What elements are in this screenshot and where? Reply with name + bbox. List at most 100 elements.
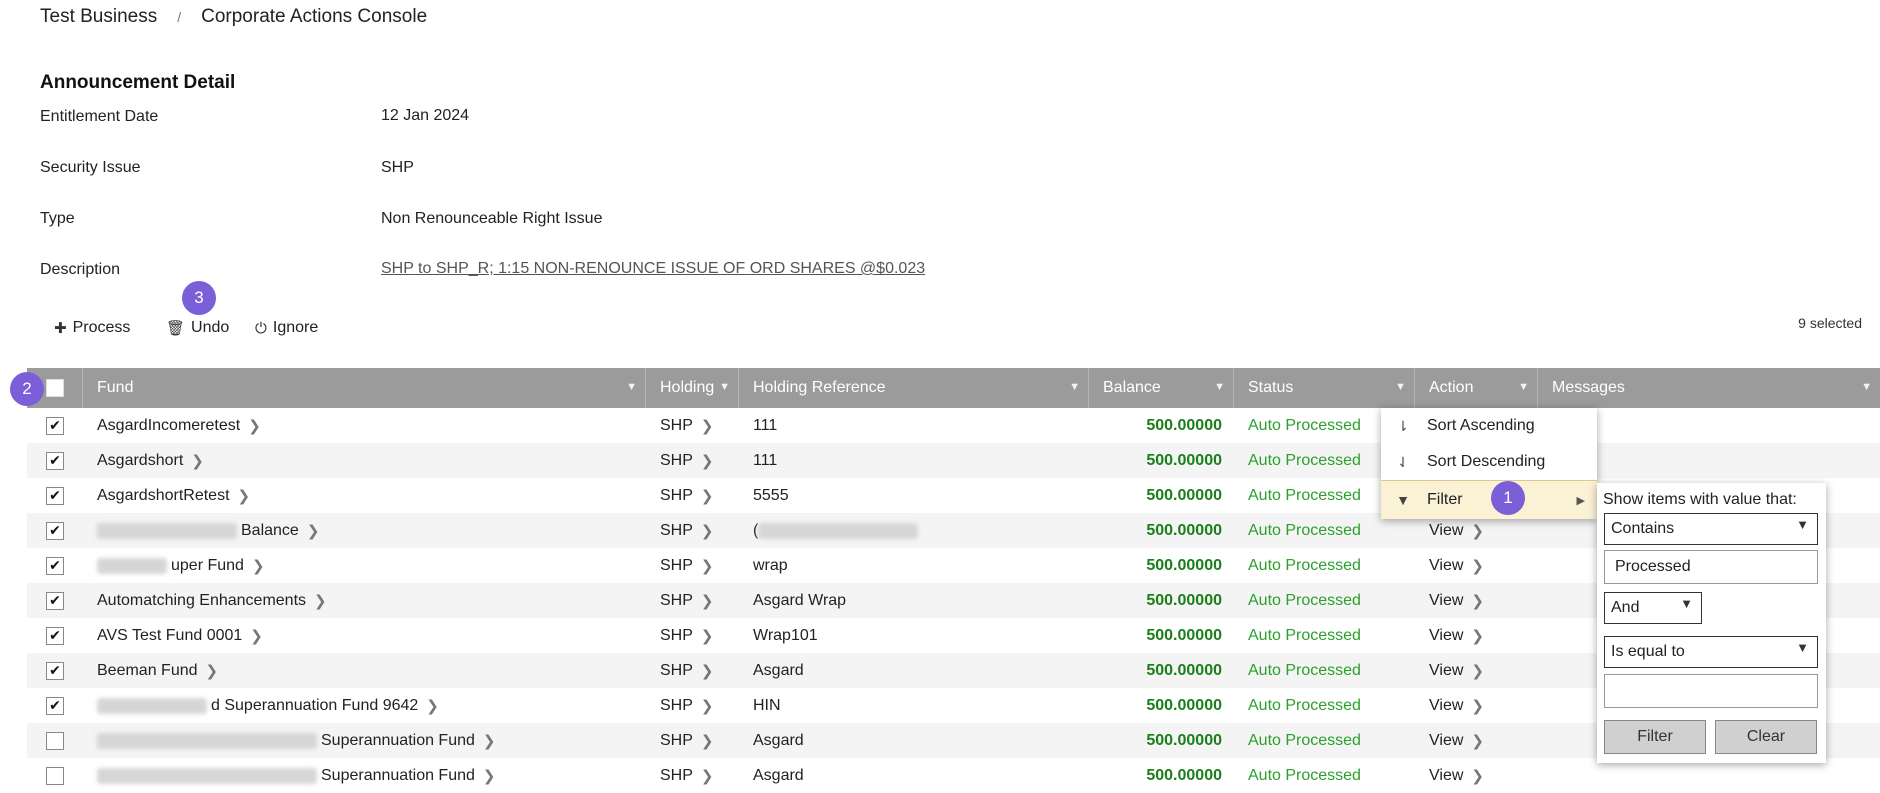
fund-cell[interactable]: Superannuation Fund ❯ — [83, 723, 646, 758]
chevron-right-icon[interactable]: ❯ — [701, 592, 714, 610]
view-link[interactable]: View — [1429, 697, 1463, 715]
sort-ascending-item[interactable]: ⇂ Sort Ascending — [1381, 408, 1597, 444]
holding-cell[interactable]: SHP ❯ — [646, 688, 739, 723]
chevron-right-icon[interactable]: ❯ — [701, 557, 714, 575]
row-checkbox[interactable]: ✔ — [46, 661, 64, 680]
holding-cell[interactable]: SHP ❯ — [646, 443, 739, 478]
chevron-right-icon[interactable]: ❯ — [191, 452, 204, 470]
chevron-right-icon[interactable]: ❯ — [314, 592, 327, 610]
fund-cell[interactable]: Automatching Enhancements ❯ — [83, 583, 646, 618]
chevron-right-icon[interactable]: ❯ — [1471, 522, 1484, 540]
view-link[interactable]: View — [1429, 627, 1463, 645]
action-cell[interactable]: View ❯ — [1415, 758, 1538, 793]
chevron-right-icon[interactable]: ❯ — [701, 417, 714, 435]
chevron-down-icon[interactable]: ▼ — [1069, 381, 1080, 393]
ignore-button[interactable]: ⏻ Ignore — [255, 319, 318, 337]
fund-cell[interactable]: uper Fund ❯ — [83, 548, 646, 583]
row-checkbox[interactable]: ✔ — [46, 591, 64, 610]
chevron-right-icon[interactable]: ❯ — [426, 697, 439, 715]
view-link[interactable]: View — [1429, 732, 1463, 750]
table-row[interactable]: Superannuation Fund ❯ SHP ❯ Asgard 500.00000 A… — [27, 758, 1880, 793]
chevron-right-icon[interactable]: ❯ — [701, 767, 714, 785]
action-cell[interactable]: View ❯ — [1415, 723, 1538, 758]
chevron-right-icon[interactable]: ❯ — [483, 767, 496, 785]
column-header-fund[interactable]: Fund ▼ — [83, 368, 646, 408]
column-header-holding-reference[interactable]: Holding Reference ▼ — [739, 368, 1089, 408]
column-header-holding[interactable]: Holding ▼ — [646, 368, 739, 408]
holding-cell[interactable]: SHP ❯ — [646, 583, 739, 618]
filter-item[interactable]: ▼ Filter ▶ — [1381, 480, 1597, 519]
chevron-down-icon[interactable]: ▼ — [1518, 381, 1529, 393]
chevron-right-icon[interactable]: ❯ — [1471, 697, 1484, 715]
select-all-checkbox[interactable] — [45, 379, 64, 397]
table-row[interactable]: ✔ Asgardshort ❯ SHP ❯ 111 500.00000 Auto Proces… — [27, 443, 1880, 478]
chevron-down-icon[interactable]: ▼ — [1395, 381, 1406, 393]
description-link[interactable]: SHP to SHP_R; 1:15 NON-RENOUNCE ISSUE OF… — [381, 260, 925, 278]
column-header-balance[interactable]: Balance ▼ — [1089, 368, 1234, 408]
fund-cell[interactable]: Beeman Fund ❯ — [83, 653, 646, 688]
view-link[interactable]: View — [1429, 557, 1463, 575]
undo-button[interactable]: 🗑 Undo — [166, 319, 229, 337]
chevron-right-icon[interactable]: ❯ — [238, 487, 251, 505]
chevron-right-icon[interactable]: ❯ — [701, 487, 714, 505]
chevron-right-icon[interactable]: ❯ — [1471, 557, 1484, 575]
chevron-right-icon[interactable]: ❯ — [1471, 662, 1484, 680]
fund-cell[interactable]: AsgardIncomeretest ❯ — [83, 408, 646, 443]
row-checkbox[interactable]: ✔ — [46, 521, 64, 540]
action-cell[interactable]: View ❯ — [1415, 583, 1538, 618]
filter-operator-1-select[interactable]: Contains ▼ — [1604, 513, 1818, 545]
row-checkbox[interactable]: ✔ — [46, 626, 64, 645]
column-header-status[interactable]: Status ▼ — [1234, 368, 1415, 408]
chevron-right-icon[interactable]: ❯ — [248, 417, 261, 435]
fund-cell[interactable]: Superannuation Fund ❯ — [83, 758, 646, 793]
action-cell[interactable]: View ❯ — [1415, 653, 1538, 688]
chevron-right-icon[interactable]: ❯ — [1471, 592, 1484, 610]
filter-operator-2-select[interactable]: Is equal to ▼ — [1604, 636, 1818, 668]
filter-logic-select[interactable]: And ▼ — [1604, 592, 1702, 624]
row-checkbox[interactable]: ✔ — [46, 696, 64, 715]
filter-value-2-input[interactable] — [1604, 674, 1818, 708]
holding-cell[interactable]: SHP ❯ — [646, 723, 739, 758]
chevron-down-icon[interactable]: ▼ — [1214, 381, 1225, 393]
column-header-action[interactable]: Action ▼ — [1415, 368, 1538, 408]
column-header-messages[interactable]: Messages ▼ — [1538, 368, 1880, 408]
filter-clear-button[interactable]: Clear — [1715, 720, 1817, 754]
view-link[interactable]: View — [1429, 592, 1463, 610]
chevron-right-icon[interactable]: ❯ — [1471, 627, 1484, 645]
action-cell[interactable]: View ❯ — [1415, 548, 1538, 583]
holding-cell[interactable]: SHP ❯ — [646, 513, 739, 548]
sort-descending-item[interactable]: ⇃ Sort Descending — [1381, 444, 1597, 480]
holding-cell[interactable]: SHP ❯ — [646, 758, 739, 793]
chevron-down-icon[interactable]: ▼ — [1861, 381, 1872, 393]
chevron-right-icon[interactable]: ❯ — [701, 452, 714, 470]
action-cell[interactable]: View ❯ — [1415, 688, 1538, 723]
chevron-down-icon[interactable]: ▼ — [719, 381, 730, 393]
row-checkbox[interactable]: ✔ — [46, 486, 64, 505]
row-checkbox[interactable] — [46, 731, 64, 750]
chevron-right-icon[interactable]: ❯ — [483, 732, 496, 750]
row-checkbox[interactable]: ✔ — [46, 416, 64, 435]
chevron-right-icon[interactable]: ❯ — [701, 522, 714, 540]
chevron-right-icon[interactable]: ❯ — [701, 662, 714, 680]
chevron-right-icon[interactable]: ❯ — [250, 627, 263, 645]
filter-apply-button[interactable]: Filter — [1604, 720, 1706, 754]
view-link[interactable]: View — [1429, 662, 1463, 680]
row-checkbox[interactable] — [46, 766, 64, 785]
process-button[interactable]: ✚ Process — [54, 319, 130, 337]
fund-cell[interactable]: d Superannuation Fund 9642 ❯ — [83, 688, 646, 723]
view-link[interactable]: View — [1429, 522, 1463, 540]
row-checkbox[interactable]: ✔ — [46, 556, 64, 575]
chevron-right-icon[interactable]: ❯ — [252, 557, 265, 575]
fund-cell[interactable]: Balance ❯ — [83, 513, 646, 548]
fund-cell[interactable]: Asgardshort ❯ — [83, 443, 646, 478]
chevron-right-icon[interactable]: ❯ — [307, 522, 320, 540]
fund-cell[interactable]: AVS Test Fund 0001 ❯ — [83, 618, 646, 653]
chevron-right-icon[interactable]: ❯ — [701, 732, 714, 750]
filter-value-1-input[interactable]: Processed — [1604, 550, 1818, 584]
holding-cell[interactable]: SHP ❯ — [646, 548, 739, 583]
row-checkbox[interactable]: ✔ — [46, 451, 64, 470]
chevron-right-icon[interactable]: ❯ — [701, 697, 714, 715]
chevron-right-icon[interactable]: ❯ — [1471, 767, 1484, 785]
chevron-right-icon[interactable]: ❯ — [206, 662, 219, 680]
breadcrumb-root[interactable]: Test Business — [40, 6, 157, 28]
